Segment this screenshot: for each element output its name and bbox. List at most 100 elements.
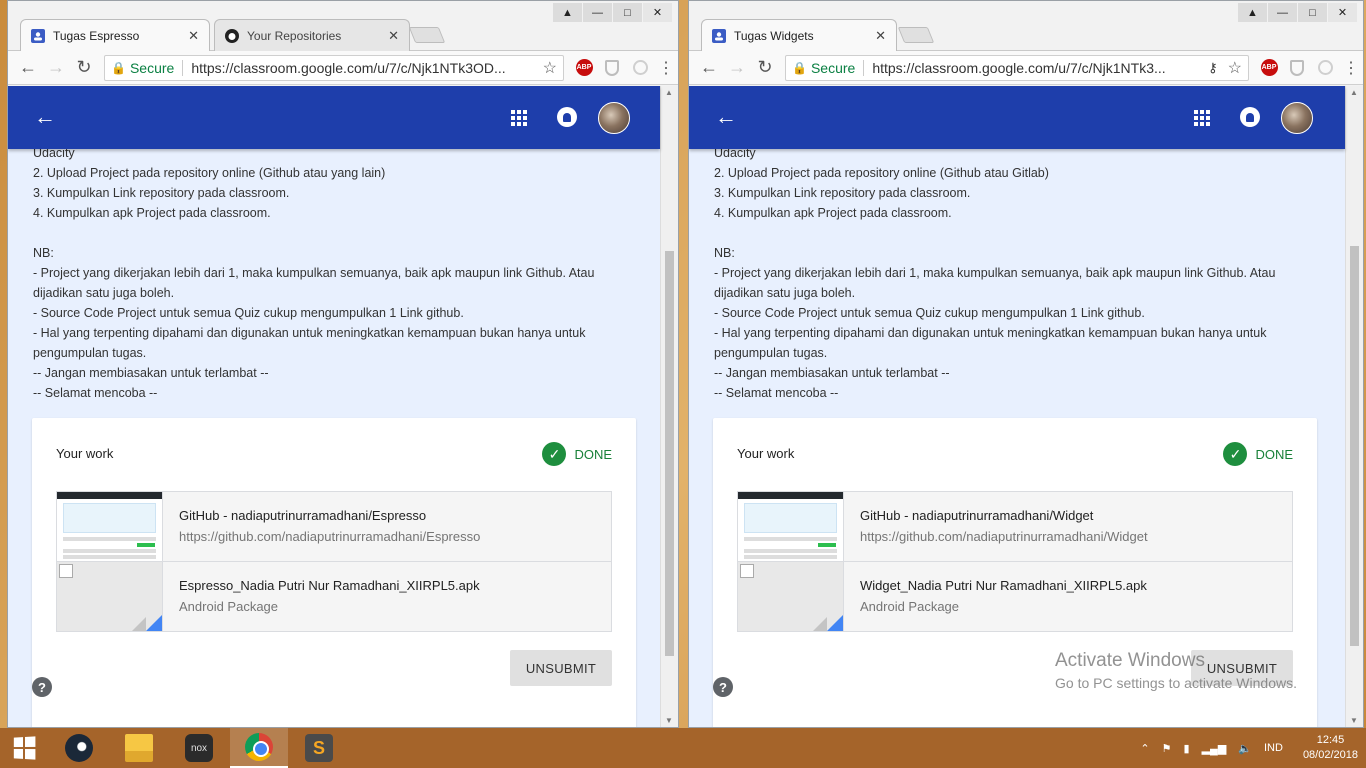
nox-icon: nox: [185, 734, 213, 762]
back-arrow-icon[interactable]: ←: [14, 54, 42, 82]
taskbar-steam[interactable]: [50, 728, 108, 768]
menu-dots-icon[interactable]: ⋮: [654, 58, 678, 78]
scrollbar-thumb[interactable]: [1350, 246, 1359, 646]
attachment-title: GitHub - nadiaputrinurramadhani/Widget: [860, 508, 1094, 523]
status-badge: ✓ DONE: [542, 442, 612, 466]
description-line: -- Jangan membiasakan untuk terlambat --: [33, 366, 269, 380]
taskbar-file-explorer[interactable]: [110, 728, 168, 768]
user-icon[interactable]: ▲: [1238, 3, 1267, 22]
close-button[interactable]: ✕: [1328, 3, 1357, 22]
unsubmit-button[interactable]: UNSUBMIT: [510, 650, 612, 686]
tab-title: Tugas Espresso: [53, 28, 140, 43]
battery-icon[interactable]: ▮: [1184, 742, 1190, 755]
back-arrow-icon[interactable]: ←: [715, 104, 737, 130]
reload-icon[interactable]: ↻: [751, 54, 779, 82]
menu-dots-icon[interactable]: ⋮: [1339, 58, 1363, 78]
help-icon[interactable]: ?: [32, 677, 52, 697]
language-indicator[interactable]: IND: [1264, 742, 1283, 754]
check-circle-icon: ✓: [542, 442, 567, 466]
tab-tugas-widgets[interactable]: Tugas Widgets ✕: [701, 19, 897, 51]
taskbar-sublime-text[interactable]: S: [290, 728, 348, 768]
description-line: - Hal yang terpenting dipahami dan digun…: [33, 326, 586, 340]
description-line: 2. Upload Project pada repository online…: [33, 166, 386, 180]
back-arrow-icon[interactable]: ←: [695, 54, 723, 82]
taskbar-nox[interactable]: nox: [170, 728, 228, 768]
abp-label: ABP: [1260, 59, 1278, 76]
forward-arrow-icon[interactable]: →: [723, 54, 751, 82]
network-signal-icon[interactable]: ▂▄▆: [1202, 742, 1227, 755]
scroll-down-icon[interactable]: ▼: [1350, 716, 1358, 725]
show-hidden-icons-icon[interactable]: ⌃: [1140, 742, 1149, 755]
window-controls: ▲ — □ ✕: [552, 3, 672, 22]
clock[interactable]: 12:45 08/02/2018: [1303, 733, 1358, 763]
key-icon[interactable]: ⚷: [1208, 60, 1218, 76]
action-center-flag-icon[interactable]: ⚑: [1162, 742, 1172, 755]
minimize-button[interactable]: —: [1268, 3, 1297, 22]
new-tab-button[interactable]: [408, 27, 446, 43]
close-button[interactable]: ✕: [643, 3, 672, 22]
adblock-plus-icon[interactable]: ABP: [1255, 54, 1283, 82]
shield-extension-icon[interactable]: [598, 54, 626, 82]
unsubmit-button[interactable]: UNSUBMIT: [1191, 650, 1293, 686]
address-bar[interactable]: 🔒 Secure https://classroom.google.com/u/…: [104, 54, 564, 81]
tab-your-repositories[interactable]: Your Repositories ✕: [214, 19, 410, 51]
page-viewport: ← Udacity 2. Upload Project pada reposit…: [8, 86, 678, 727]
avatar[interactable]: [1281, 102, 1313, 134]
description-line: dijadikan satu juga boleh.: [714, 286, 856, 300]
classroom-app-bar: ←: [8, 86, 660, 149]
adblock-plus-icon[interactable]: ABP: [570, 54, 598, 82]
minimize-button[interactable]: —: [583, 3, 612, 22]
attachment-title: Widget_Nadia Putri Nur Ramadhani_XIIRPL5…: [860, 578, 1147, 593]
windows-logo-icon: [13, 736, 36, 760]
notifications-icon[interactable]: [557, 107, 577, 127]
attachment-github-link[interactable]: GitHub - nadiaputrinurramadhani/Espresso…: [56, 491, 612, 562]
scroll-up-icon[interactable]: ▲: [1350, 88, 1358, 97]
tab-title: Tugas Widgets: [734, 28, 814, 43]
address-bar[interactable]: 🔒 Secure https://classroom.google.com/u/…: [785, 54, 1249, 81]
scrollbar[interactable]: ▲ ▼: [1345, 86, 1363, 727]
shield-extension-icon[interactable]: [1283, 54, 1311, 82]
attachment-apk-file[interactable]: Espresso_Nadia Putri Nur Ramadhani_XIIRP…: [56, 561, 612, 632]
forward-arrow-icon[interactable]: →: [42, 54, 70, 82]
maximize-button[interactable]: □: [1298, 3, 1327, 22]
taskbar-chrome[interactable]: [230, 728, 288, 768]
description-line: - Hal yang terpenting dipahami dan digun…: [714, 326, 1267, 340]
scrollbar[interactable]: ▲ ▼: [660, 86, 678, 727]
apps-grid-icon[interactable]: [511, 110, 527, 126]
description-line: 4. Kumpulkan apk Project pada classroom.: [714, 206, 952, 220]
attachment-github-link[interactable]: GitHub - nadiaputrinurramadhani/Widget h…: [737, 491, 1293, 562]
volume-icon[interactable]: 🔈: [1238, 742, 1252, 755]
maximize-button[interactable]: □: [613, 3, 642, 22]
assignment-description: Udacity 2. Upload Project pada repositor…: [714, 143, 1294, 403]
attachment-apk-file[interactable]: Widget_Nadia Putri Nur Ramadhani_XIIRPL5…: [737, 561, 1293, 632]
tab-close-icon[interactable]: ✕: [875, 28, 886, 44]
apps-grid-icon[interactable]: [1194, 110, 1210, 126]
help-icon[interactable]: ?: [713, 677, 733, 697]
start-button[interactable]: [0, 728, 48, 768]
tab-close-icon[interactable]: ✕: [188, 28, 199, 44]
bookmark-star-icon[interactable]: ☆: [543, 58, 557, 78]
secure-label: Secure: [810, 59, 856, 76]
circle-extension-icon[interactable]: [1311, 54, 1339, 82]
reload-icon[interactable]: ↻: [70, 54, 98, 82]
description-line: -- Selamat mencoba --: [714, 386, 839, 400]
scroll-up-icon[interactable]: ▲: [665, 88, 673, 97]
browser-toolbar: ← → ↻ 🔒 Secure https://classroom.google.…: [689, 51, 1363, 85]
bookmark-star-icon[interactable]: ☆: [1228, 58, 1242, 78]
assignment-description: Udacity 2. Upload Project pada repositor…: [33, 143, 613, 403]
steam-icon: [65, 734, 93, 762]
tab-tugas-espresso[interactable]: Tugas Espresso ✕: [20, 19, 210, 51]
new-tab-button[interactable]: [897, 27, 935, 43]
avatar[interactable]: [598, 102, 630, 134]
tab-close-icon[interactable]: ✕: [388, 28, 399, 44]
scrollbar-thumb[interactable]: [665, 251, 674, 656]
notifications-icon[interactable]: [1240, 107, 1260, 127]
user-icon[interactable]: ▲: [553, 3, 582, 22]
browser-window-right: Tugas Widgets ✕ ▲ — □ ✕ ← → ↻ 🔒 Secure h…: [688, 0, 1364, 728]
circle-extension-icon[interactable]: [626, 54, 654, 82]
description-line: pengumpulan tugas.: [33, 346, 147, 360]
back-arrow-icon[interactable]: ←: [34, 104, 56, 130]
scroll-down-icon[interactable]: ▼: [665, 716, 673, 725]
sublime-text-icon: S: [305, 734, 333, 762]
description-line: 3. Kumpulkan Link repository pada classr…: [33, 186, 290, 200]
